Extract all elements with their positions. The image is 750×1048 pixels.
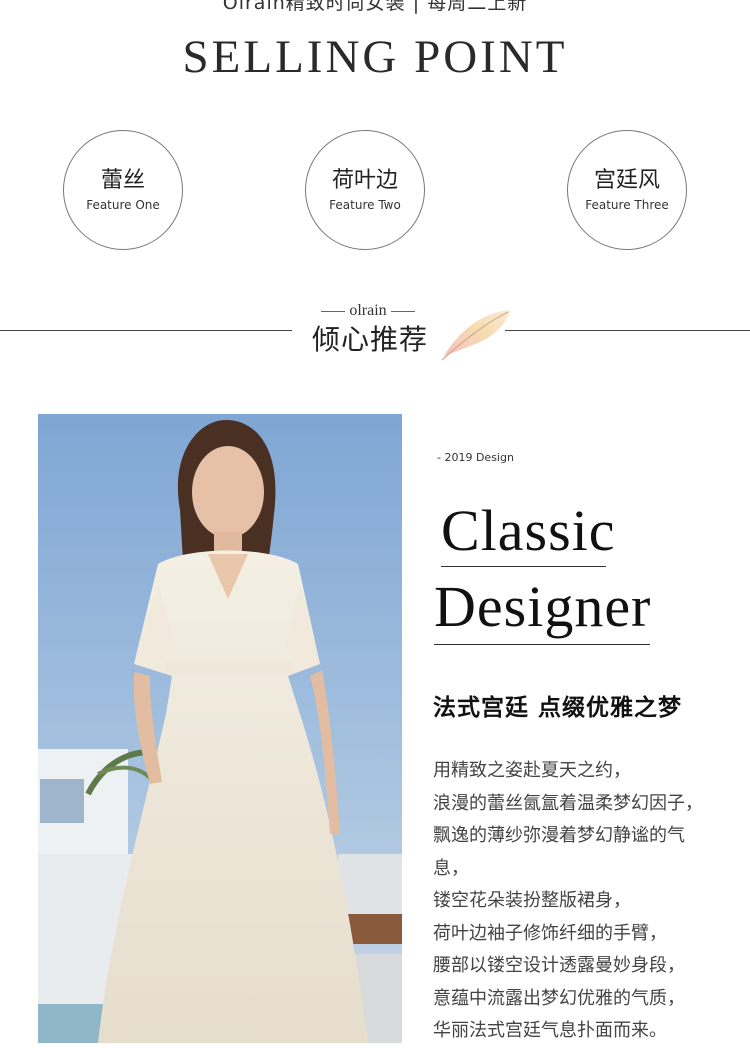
feature-cn-label: 宫廷风 bbox=[593, 167, 660, 193]
tagline: 法式宫廷 点缀优雅之梦 bbox=[433, 695, 683, 721]
feature-en-label: Feature Three bbox=[585, 198, 669, 213]
feature-circle-one: 蕾丝 Feature One bbox=[63, 130, 183, 250]
feature-cn-label: 荷叶边 bbox=[331, 167, 398, 193]
feature-circle-two: 荷叶边 Feature Two bbox=[305, 130, 425, 250]
section-title: 倾心推荐 bbox=[312, 323, 429, 356]
description-text: 用精致之姿赴夏天之约， 浪漫的蕾丝氤氲着温柔梦幻因子， 飘逸的薄纱弥漫着梦幻静谧… bbox=[433, 755, 733, 1048]
description-line: 飘逸的薄纱弥漫着梦幻静谧的气 bbox=[433, 825, 685, 846]
description-line: 镂空花朵装扮整版裙身， bbox=[433, 890, 631, 911]
divider-left bbox=[0, 330, 292, 331]
title-underline-two bbox=[434, 644, 650, 645]
feature-en-label: Feature One bbox=[86, 198, 160, 213]
title-word-classic: Classic bbox=[441, 498, 616, 563]
feature-cn-label: 蕾丝 bbox=[100, 167, 145, 193]
description-line: 用精致之姿赴夏天之约， bbox=[433, 760, 631, 781]
feature-circle-three: 宫廷风 Feature Three bbox=[567, 130, 687, 250]
selling-point-headline: SELLING POINT bbox=[182, 31, 568, 83]
title-word-designer: Designer bbox=[434, 574, 652, 639]
top-banner: Olrain精致时尚女装 | 每周二上新 bbox=[222, 0, 528, 14]
feather-icon bbox=[441, 310, 510, 361]
description-line: 腰部以镂空设计透露曼妙身段， bbox=[433, 955, 685, 976]
description-line: 息， bbox=[433, 857, 469, 879]
divider-right bbox=[505, 330, 750, 331]
description-line: 荷叶边袖子修饰纤细的手臂， bbox=[433, 922, 667, 944]
product-photo bbox=[38, 414, 402, 1043]
description-line: 浪漫的蕾丝氤氲着温柔梦幻因子， bbox=[433, 792, 703, 814]
title-underline-one bbox=[441, 566, 606, 567]
feature-en-label: Feature Two bbox=[329, 198, 401, 213]
year-tag: - 2019 Design bbox=[437, 451, 514, 464]
description-line: 意蕴中流露出梦幻优雅的气质， bbox=[433, 987, 685, 1009]
brand-name: olrain bbox=[349, 302, 387, 319]
